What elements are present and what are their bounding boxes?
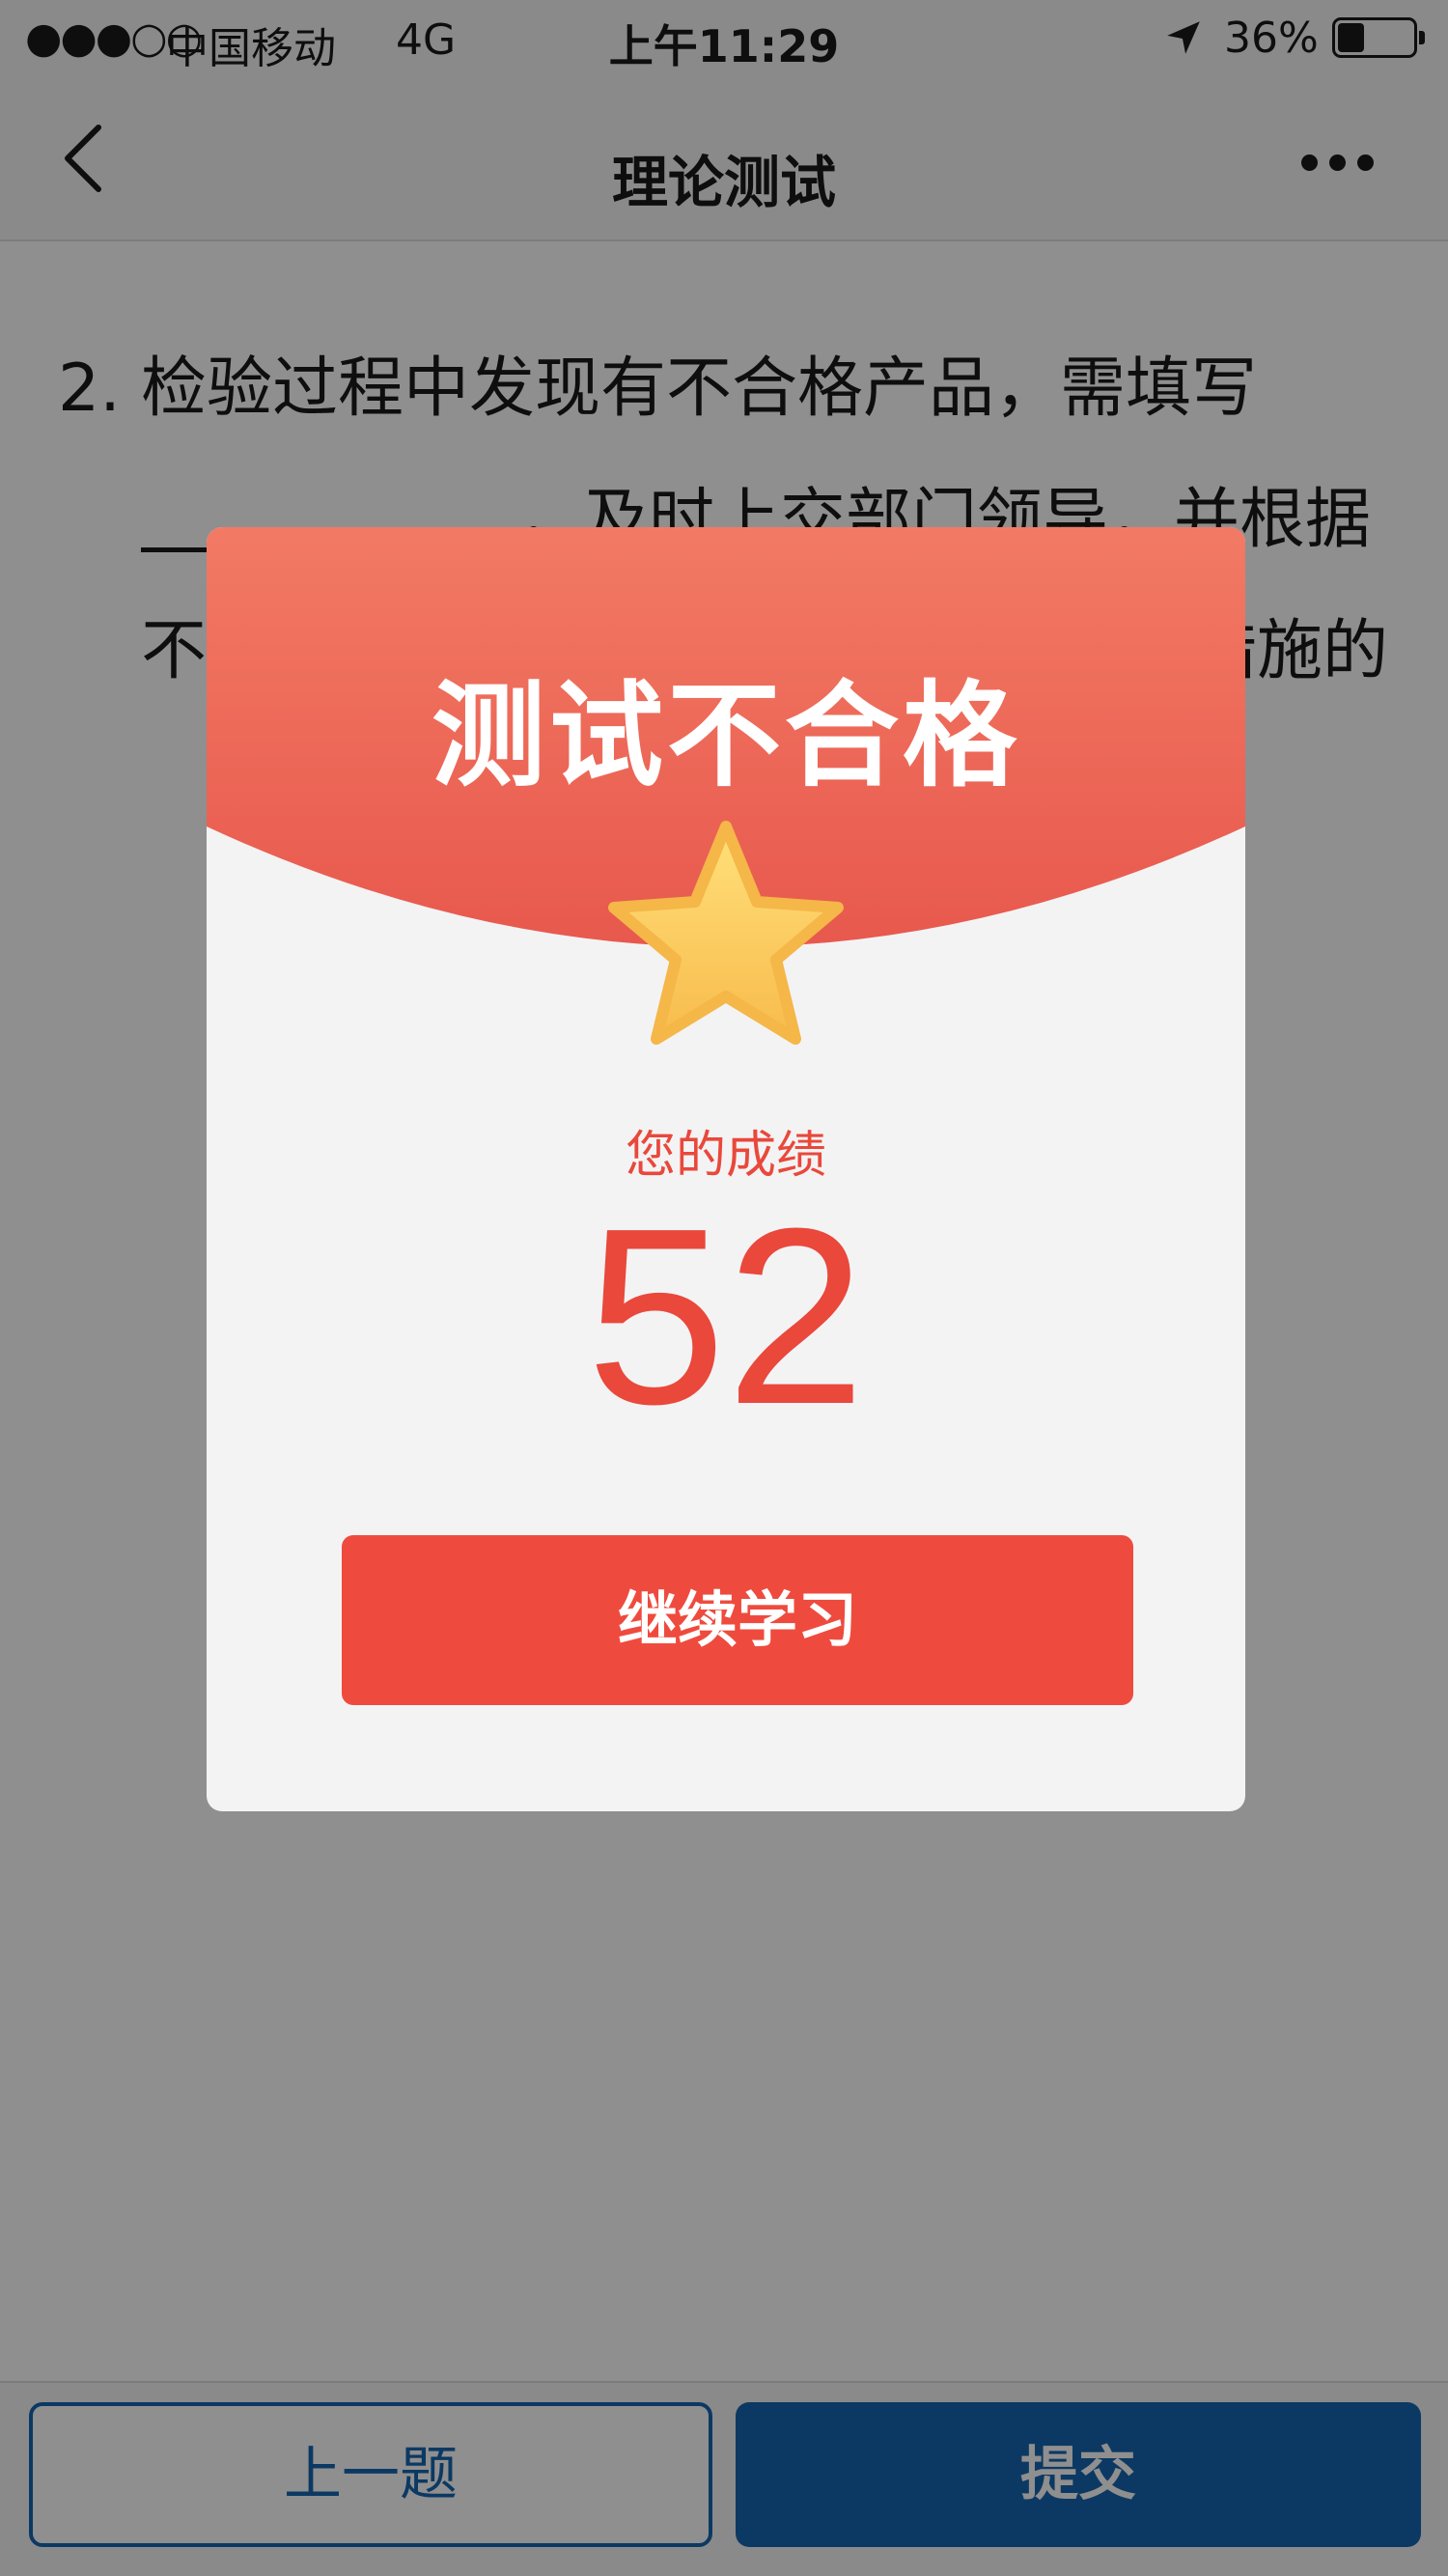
continue-learning-button[interactable]: 继续学习 <box>342 1535 1133 1705</box>
result-modal: 测试不合格 您的成绩 52 继续学习 <box>207 527 1245 1811</box>
score-value: 52 <box>586 1177 866 1457</box>
star-icon <box>608 821 844 1045</box>
result-title: 测试不合格 <box>431 669 1020 802</box>
